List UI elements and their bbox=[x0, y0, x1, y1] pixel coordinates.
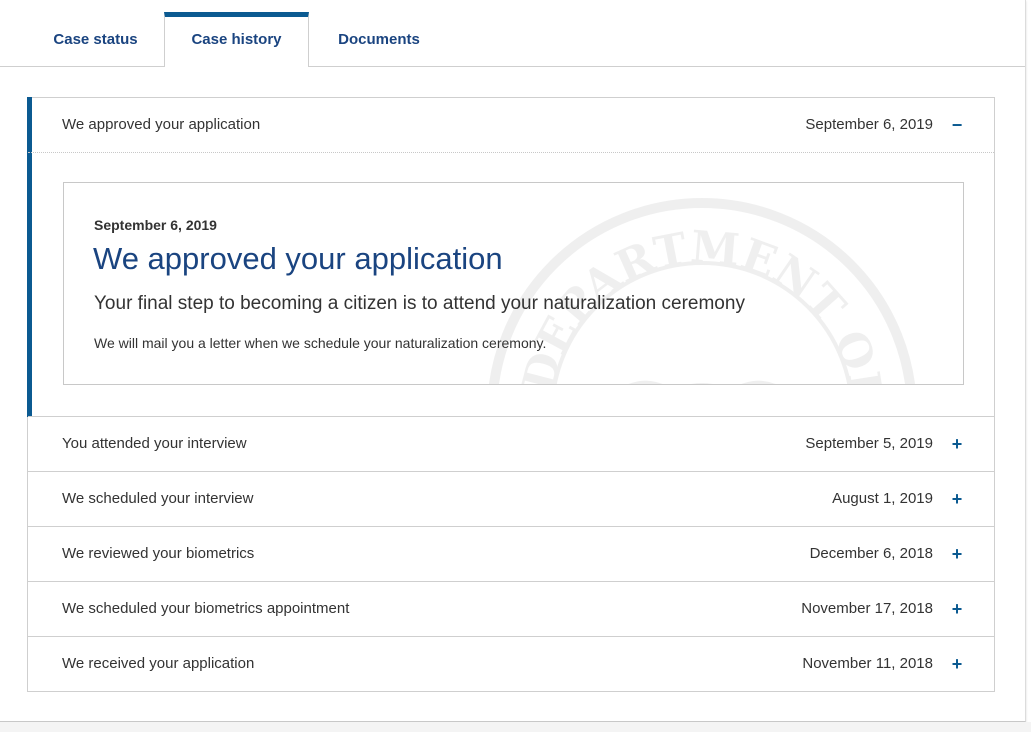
detail-body: We will mail you a letter when we schedu… bbox=[94, 335, 547, 351]
history-item-date: November 11, 2018 bbox=[802, 655, 933, 672]
expand-icon[interactable]: + bbox=[950, 417, 964, 471]
history-item-application-received[interactable]: We received your application November 11… bbox=[28, 637, 994, 692]
expand-icon[interactable]: + bbox=[950, 527, 964, 581]
history-item-biometrics-scheduled[interactable]: We scheduled your biometrics appointment… bbox=[28, 582, 994, 637]
expand-icon[interactable]: + bbox=[950, 637, 964, 691]
collapse-icon[interactable]: − bbox=[950, 98, 964, 152]
page-footer-strip bbox=[0, 722, 1031, 732]
history-item-biometrics-reviewed[interactable]: We reviewed your biometrics December 6, … bbox=[28, 527, 994, 582]
history-item-title: We received your application bbox=[62, 655, 255, 672]
status-detail-card: DEPARTMENT OF September 6, 2019 We appro… bbox=[63, 182, 964, 385]
history-item-title: We reviewed your biometrics bbox=[62, 545, 255, 562]
tab-documents[interactable]: Documents bbox=[309, 12, 449, 67]
history-item-date: September 5, 2019 bbox=[805, 435, 933, 452]
detail-date: September 6, 2019 bbox=[94, 217, 217, 233]
history-item-approved[interactable]: We approved your application September 6… bbox=[28, 98, 994, 153]
department-seal-watermark: DEPARTMENT OF bbox=[489, 198, 915, 384]
tab-case-status[interactable]: Case status bbox=[27, 12, 164, 67]
history-item-date: December 6, 2018 bbox=[809, 545, 933, 562]
case-history-accordion: We approved your application September 6… bbox=[27, 97, 995, 692]
history-item-interview-scheduled[interactable]: We scheduled your interview August 1, 20… bbox=[28, 472, 994, 527]
expand-icon[interactable]: + bbox=[950, 472, 964, 526]
history-item-date: September 6, 2019 bbox=[805, 116, 933, 133]
history-item-title: We approved your application bbox=[62, 116, 261, 133]
history-item-title: We scheduled your biometrics appointment bbox=[62, 600, 350, 617]
tab-bar: Case status Case history Documents bbox=[0, 0, 1025, 67]
detail-subheading: Your final step to becoming a citizen is… bbox=[94, 293, 745, 314]
case-panel: Case status Case history Documents We ap… bbox=[0, 0, 1026, 722]
history-item-title: You attended your interview bbox=[62, 435, 247, 452]
history-item-date: August 1, 2019 bbox=[832, 490, 933, 507]
history-item-date: November 17, 2018 bbox=[801, 600, 933, 617]
expand-icon[interactable]: + bbox=[950, 582, 964, 636]
tab-case-history[interactable]: Case history bbox=[164, 12, 309, 67]
detail-heading: We approved your application bbox=[93, 241, 503, 276]
history-item-interview-attended[interactable]: You attended your interview September 5,… bbox=[28, 417, 994, 472]
history-item-detail-panel: DEPARTMENT OF September 6, 2019 We appro… bbox=[28, 153, 994, 417]
history-item-title: We scheduled your interview bbox=[62, 490, 254, 507]
